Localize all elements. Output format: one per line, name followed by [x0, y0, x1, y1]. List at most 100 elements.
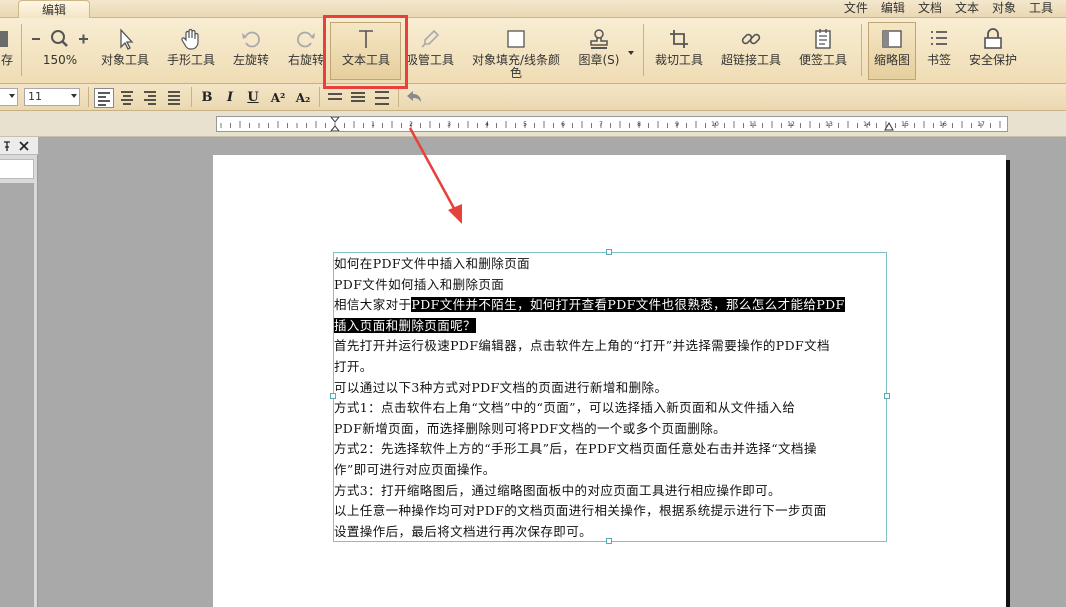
ruler-label: 7	[599, 121, 603, 128]
tab-edit[interactable]: 编辑	[18, 0, 90, 19]
line-spacing-3-button[interactable]	[372, 88, 392, 108]
thumbnail-button[interactable]: 缩略图	[868, 18, 916, 84]
text-line[interactable]: 作”即可进行对应页面操作。	[334, 460, 886, 481]
line-spacing-1-button[interactable]	[325, 88, 345, 108]
eyedropper-tool-button[interactable]: 吸管工具	[402, 18, 458, 84]
text-line[interactable]: 方式1：点击软件右上角“文档”中的“页面”，可以选择插入新页面和从文件插入给	[334, 398, 886, 419]
ruler-label: 11	[749, 121, 757, 128]
text-line[interactable]: 可以通过以下3种方式对PDF文档的页面进行新增和删除。	[334, 378, 886, 399]
bookmark-list-icon	[931, 31, 947, 45]
crop-label: 裁切工具	[654, 53, 703, 67]
undo-button[interactable]	[404, 88, 424, 108]
text-line[interactable]: 首先打开并运行极速PDF编辑器，点击软件左上角的“打开”并选择需要操作的PDF文…	[334, 336, 886, 357]
text-line[interactable]: 以上任意一种操作均可对PDF的文档页面进行相关操作，根据系统提示进行下一步页面	[334, 501, 886, 522]
text-line[interactable]: PDF新增页面，而选择删除则可将PDF文档的一个或多个页面删除。	[334, 419, 886, 440]
ruler-label: 10	[711, 121, 719, 128]
text-run: 首先打开并运行极速PDF编辑器，点击软件左上角的“打开”并选择需要操作的PDF文…	[334, 338, 830, 354]
align-left-button[interactable]	[94, 88, 114, 108]
subscript-button[interactable]: A₂	[293, 88, 313, 108]
rotate-left-label: 左旋转	[232, 53, 269, 67]
menu-edit[interactable]: 编辑	[881, 0, 905, 18]
security-button[interactable]: 安全保护	[962, 18, 1024, 84]
text-line[interactable]: 方式2：先选择软件上方的“手形工具”后，在PDF文档页面任意处右击并选择“文档操	[334, 439, 886, 460]
ruler-label: 12	[787, 121, 795, 128]
text-run: 可以通过以下3种方式对PDF文档的页面进行新增和删除。	[334, 379, 668, 395]
text-line[interactable]: 设置操作后，最后将文档进行再次保存即可。	[334, 522, 886, 543]
align-left-icon	[98, 92, 110, 106]
text-run: 如何在PDF文件中插入和删除页面	[334, 256, 531, 271]
selected-text: PDF文件并不陌生，如何打开查看PDF文件也很熟悉，那么怎么才能给PDF	[411, 297, 845, 313]
title-strip: 编辑 文件 编辑 文档 文本 对象 工具	[0, 0, 1066, 19]
text-run: 方式1：点击软件右上角“文档”中的“页面”，可以选择插入新页面和从文件插入给	[334, 400, 796, 416]
justify-button[interactable]	[164, 88, 184, 108]
ruler-label: 5	[523, 121, 527, 128]
crop-tool-button[interactable]: 裁切工具	[650, 18, 708, 84]
menu-document[interactable]: 文档	[918, 0, 942, 18]
hand-icon	[181, 28, 199, 50]
fill-line-color-button[interactable]: 对象填充/线条颜 色	[468, 18, 564, 84]
ruler-label: 14	[863, 121, 871, 128]
cursor-arrow-icon	[120, 28, 134, 50]
separator	[861, 24, 862, 76]
justify-icon	[168, 91, 180, 105]
text-run: 设置操作后，最后将文档进行再次保存即可。	[334, 523, 593, 539]
lock-icon	[984, 28, 1002, 49]
font-family-select-partial[interactable]	[0, 88, 18, 106]
text-line[interactable]: 如何在PDF文件中插入和删除页面	[334, 254, 886, 275]
align-center-button[interactable]	[117, 88, 137, 108]
hand-tool-label: 手形工具	[166, 53, 215, 67]
font-size-value: 11	[28, 90, 42, 103]
selected-text: 插入页面和删除页面呢？	[334, 317, 476, 333]
separator	[643, 24, 644, 76]
left-panel-field[interactable]	[0, 159, 34, 179]
fill-line-label-2: 色	[509, 66, 522, 80]
zoom-icons	[32, 30, 88, 47]
menu-file[interactable]: 文件	[844, 0, 868, 18]
menu-object[interactable]: 对象	[992, 0, 1016, 18]
align-center-icon	[121, 91, 133, 105]
text-line[interactable]: 打开。	[334, 357, 886, 378]
eyedropper-icon	[421, 29, 440, 48]
object-tool-button[interactable]: 对象工具	[98, 18, 152, 84]
align-right-button[interactable]	[140, 88, 160, 108]
superscript-button[interactable]: A²	[268, 88, 288, 108]
zoom-level[interactable]: 150%	[26, 54, 94, 67]
ruler-label: 15	[901, 121, 909, 128]
text-line[interactable]: 相信大家对于PDF文件并不陌生，如何打开查看PDF文件也很熟悉，那么怎么才能给P…	[334, 295, 886, 316]
line-spacing-2-button[interactable]	[348, 88, 368, 108]
menu-tools[interactable]: 工具	[1029, 0, 1053, 18]
rotate-left-button[interactable]: 左旋转	[228, 18, 274, 84]
font-size-select[interactable]: 11	[24, 88, 80, 106]
bookmark-label: 书签	[926, 53, 951, 67]
save-button-partial[interactable]: 存	[0, 18, 14, 84]
hyperlink-tool-button[interactable]: 超链接工具	[716, 18, 786, 84]
save-icon	[0, 31, 8, 47]
panel-controls	[4, 141, 29, 151]
note-tool-button[interactable]: 便签工具	[795, 18, 851, 84]
stamp-button[interactable]: 图章(S)	[575, 18, 623, 84]
document-text[interactable]: 如何在PDF文件中插入和删除页面 PDF文件如何插入和删除页面 相信大家对于PDF文…	[334, 254, 886, 542]
close-icon[interactable]	[19, 141, 29, 151]
undo-arrow-icon	[407, 91, 421, 102]
stamp-dropdown[interactable]	[624, 18, 638, 84]
text-line[interactable]: 方式3：打开缩略图后，通过缩略图面板中的对应页面工具进行相应操作即可。	[334, 481, 886, 502]
link-chain-icon	[741, 33, 761, 45]
pin-icon[interactable]	[4, 141, 10, 151]
hand-tool-button[interactable]: 手形工具	[163, 18, 219, 84]
annotation-highlight-box	[323, 15, 408, 89]
ruler-label: 6	[561, 121, 565, 128]
zoom-out-icon[interactable]	[32, 38, 40, 40]
horizontal-ruler[interactable]: 1 2 3 4 5 6 7 8 9 10 11 12 13 14 15 16 17	[216, 116, 1008, 132]
text-run: 方式2：先选择软件上方的“手形工具”后，在PDF文档页面任意处右击并选择“文档操	[334, 441, 817, 457]
italic-button[interactable]: I	[220, 88, 240, 108]
text-line[interactable]: PDF文件如何插入和删除页面	[334, 275, 886, 296]
underline-button[interactable]: U	[243, 88, 263, 108]
bold-button[interactable]: B	[197, 88, 217, 108]
crop-icon	[670, 30, 688, 48]
ruler-label: 17	[977, 121, 985, 128]
page-shadow	[1006, 160, 1010, 607]
menu-text[interactable]: 文本	[955, 0, 979, 18]
bookmark-button[interactable]: 书签	[919, 18, 959, 84]
text-line[interactable]: 插入页面和删除页面呢？	[334, 316, 886, 337]
align-right-icon	[144, 91, 156, 105]
